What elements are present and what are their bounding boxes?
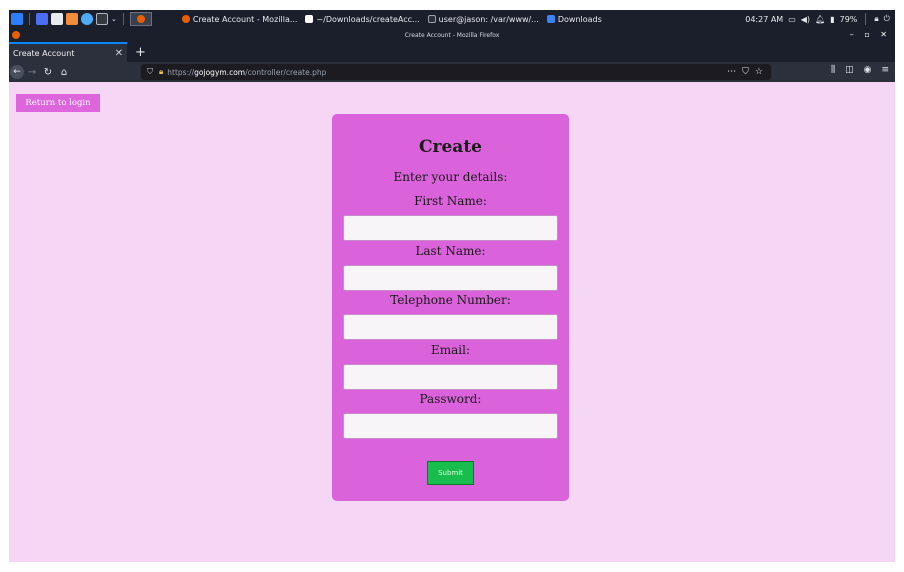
toolbar-right: ⫼ ◫ ◉ ≡ bbox=[831, 65, 889, 75]
active-firefox-button[interactable] bbox=[129, 12, 152, 26]
workspace-icon[interactable] bbox=[36, 13, 48, 25]
close-tab-icon[interactable]: ✕ bbox=[115, 48, 123, 59]
text-editor-icon[interactable] bbox=[66, 13, 78, 25]
email-label: Email: bbox=[430, 343, 470, 357]
password-label: Password: bbox=[419, 392, 482, 406]
new-tab-icon[interactable]: + bbox=[127, 42, 154, 62]
battery-level: 79% bbox=[839, 14, 858, 24]
firefox-icon bbox=[12, 31, 20, 39]
password-input[interactable] bbox=[343, 413, 558, 439]
file-manager-icon[interactable] bbox=[51, 13, 63, 25]
last-name-label: Last Name: bbox=[415, 244, 486, 258]
desktop-taskbar: ⌄ Create Account - Mozilla... ~/Download… bbox=[9, 10, 895, 28]
address-bar[interactable]: ⛉ 🔒︎ https:// gojogym.com /controller/cr… bbox=[141, 64, 771, 80]
last-name-input[interactable] bbox=[343, 265, 558, 291]
app-menu-icon[interactable] bbox=[11, 13, 23, 25]
notification-bell-icon[interactable]: 🔔︎ bbox=[815, 15, 825, 24]
first-name-input[interactable] bbox=[343, 215, 558, 241]
display-icon[interactable]: ▭ bbox=[788, 15, 796, 24]
tab-label: Create Account bbox=[13, 48, 75, 58]
return-to-login-button[interactable]: Return to login bbox=[16, 94, 100, 112]
email-input[interactable] bbox=[343, 364, 558, 390]
home-icon[interactable]: ⌂ bbox=[56, 67, 72, 78]
taskbar-divider bbox=[29, 13, 30, 25]
forward-arrow-icon[interactable]: → bbox=[24, 67, 40, 78]
menu-icon[interactable]: ≡ bbox=[881, 65, 889, 75]
volume-icon[interactable]: ◀) bbox=[801, 15, 810, 24]
form-subheading: Enter your details: bbox=[393, 170, 508, 184]
sidebar-icon[interactable]: ◫ bbox=[845, 65, 854, 75]
document-icon bbox=[305, 15, 314, 23]
pocket-icon[interactable]: ⛉ bbox=[742, 67, 749, 77]
task-label: ~/Downloads/createAcc... bbox=[316, 14, 420, 24]
lock-screen-icon[interactable]: 🔒︎ bbox=[874, 14, 878, 24]
task-label: Downloads bbox=[557, 14, 602, 24]
reload-icon[interactable]: ↻ bbox=[40, 67, 56, 78]
system-tray: 04:27 AM ▭ ◀) 🔔︎ ▮ 79% 🔒︎ ⏻ bbox=[745, 13, 895, 25]
address-bar-actions: ⋯ ⛉ ☆ bbox=[727, 67, 771, 77]
taskbar-task[interactable]: user@jason: /var/www/... bbox=[427, 14, 539, 24]
warning-lock-icon[interactable]: 🔒︎ bbox=[159, 67, 163, 77]
telephone-input[interactable] bbox=[343, 314, 558, 340]
folder-icon bbox=[546, 15, 555, 23]
tab-strip: Create Account ✕ + bbox=[9, 42, 895, 62]
firefox-icon bbox=[136, 15, 145, 23]
browser-launcher-icon[interactable] bbox=[81, 13, 93, 25]
form-heading: Create bbox=[419, 137, 482, 157]
firefox-icon bbox=[181, 15, 190, 23]
page-actions-icon[interactable]: ⋯ bbox=[727, 67, 736, 77]
terminal-icon bbox=[427, 15, 436, 23]
bookmark-star-icon[interactable]: ☆ bbox=[755, 67, 763, 77]
battery-icon[interactable]: ▮ bbox=[830, 15, 834, 24]
submit-button[interactable]: Submit bbox=[427, 461, 474, 485]
window-controls[interactable]: – ▫ ✕ bbox=[850, 30, 891, 39]
terminal-launcher-icon[interactable] bbox=[96, 13, 108, 25]
taskbar-task[interactable]: Create Account - Mozilla... bbox=[181, 14, 298, 24]
back-arrow-icon[interactable]: ← bbox=[10, 65, 24, 79]
first-name-label: First Name: bbox=[414, 194, 487, 208]
window-title: Create Account - Mozilla Firefox bbox=[404, 31, 500, 39]
power-icon[interactable]: ⏻ bbox=[884, 14, 890, 24]
taskbar-launchers: ⌄ bbox=[9, 12, 152, 26]
account-icon[interactable]: ◉ bbox=[864, 65, 872, 75]
create-account-form: Create Enter your details: First Name: L… bbox=[332, 114, 569, 501]
task-label: Create Account - Mozilla... bbox=[192, 14, 298, 24]
url-path: /controller/create.php bbox=[245, 67, 327, 77]
task-label: user@jason: /var/www/... bbox=[438, 14, 539, 24]
telephone-label: Telephone Number: bbox=[390, 293, 511, 307]
tracking-shield-icon[interactable]: ⛉ bbox=[147, 67, 153, 77]
tray-divider bbox=[865, 13, 867, 25]
window-titlebar: Create Account - Mozilla Firefox – ▫ ✕ bbox=[9, 28, 895, 42]
launcher-dropdown-icon[interactable]: ⌄ bbox=[111, 15, 117, 23]
url-domain: gojogym.com bbox=[194, 67, 246, 77]
tab-create-account[interactable]: Create Account ✕ bbox=[9, 42, 127, 62]
taskbar-task[interactable]: ~/Downloads/createAcc... bbox=[305, 14, 420, 24]
taskbar-divider bbox=[122, 13, 124, 25]
navigation-toolbar: ← → ↻ ⌂ ⛉ 🔒︎ https:// gojogym.com /contr… bbox=[9, 62, 895, 82]
page-viewport: Return to login Create Enter your detail… bbox=[9, 82, 895, 562]
taskbar-window-list: Create Account - Mozilla... ~/Downloads/… bbox=[181, 14, 602, 24]
url-scheme: https:// bbox=[167, 67, 195, 77]
taskbar-task[interactable]: Downloads bbox=[546, 14, 602, 24]
library-icon[interactable]: ⫼ bbox=[831, 65, 835, 75]
clock[interactable]: 04:27 AM bbox=[745, 15, 783, 24]
